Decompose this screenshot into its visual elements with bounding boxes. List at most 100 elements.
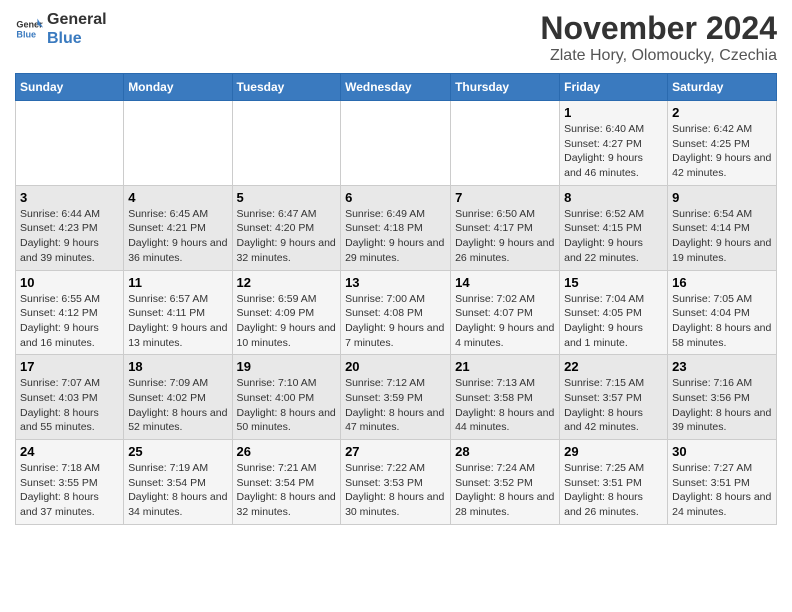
day-number: 3 xyxy=(20,190,119,205)
day-number: 6 xyxy=(345,190,446,205)
calendar-cell: 11 Sunrise: 6:57 AMSunset: 4:11 PMDayligh… xyxy=(124,270,232,355)
calendar-cell xyxy=(341,101,451,186)
weekday-header: Wednesday xyxy=(341,74,451,101)
day-info: Sunrise: 6:45 AMSunset: 4:21 PMDaylight:… xyxy=(128,207,227,266)
calendar-cell: 10 Sunrise: 6:55 AMSunset: 4:12 PMDayligh… xyxy=(16,270,124,355)
calendar-cell: 13Sunrise: 7:00 AMSunset: 4:08 PMDayligh… xyxy=(341,270,451,355)
day-number: 11 xyxy=(128,275,227,290)
day-info: Sunrise: 6:42 AMSunset: 4:25 PMDaylight:… xyxy=(672,122,772,181)
calendar-cell: 25Sunrise: 7:19 AMSunset: 3:54 PMDayligh… xyxy=(124,440,232,525)
day-number: 21 xyxy=(455,359,555,374)
day-info: Sunrise: 6:40 AMSunset: 4:27 PMDaylight:… xyxy=(564,122,663,181)
calendar-cell: 23Sunrise: 7:16 AMSunset: 3:56 PMDayligh… xyxy=(668,355,777,440)
day-number: 23 xyxy=(672,359,772,374)
day-info: Sunrise: 7:25 AMSunset: 3:51 PMDaylight:… xyxy=(564,461,663,520)
day-number: 4 xyxy=(128,190,227,205)
calendar-cell xyxy=(451,101,560,186)
day-info: Sunrise: 6:50 AMSunset: 4:17 PMDaylight:… xyxy=(455,207,555,266)
day-number: 10 xyxy=(20,275,119,290)
day-number: 8 xyxy=(564,190,663,205)
day-number: 2 xyxy=(672,105,772,120)
title-section: November 2024 Zlate Hory, Olomoucky, Cze… xyxy=(540,10,777,65)
calendar-cell: 5 Sunrise: 6:47 AMSunset: 4:20 PMDaylight… xyxy=(232,185,341,270)
day-number: 22 xyxy=(564,359,663,374)
calendar-cell: 6Sunrise: 6:49 AMSunset: 4:18 PMDaylight… xyxy=(341,185,451,270)
calendar-week-row: 10 Sunrise: 6:55 AMSunset: 4:12 PMDayligh… xyxy=(16,270,777,355)
calendar-cell: 16 Sunrise: 7:05 AMSunset: 4:04 PMDayligh… xyxy=(668,270,777,355)
day-number: 20 xyxy=(345,359,446,374)
calendar-cell: 8 Sunrise: 6:52 AMSunset: 4:15 PMDaylight… xyxy=(560,185,668,270)
logo-line1: General xyxy=(47,10,107,29)
page-title: November 2024 xyxy=(540,10,777,47)
day-number: 15 xyxy=(564,275,663,290)
calendar-cell: 24Sunrise: 7:18 AMSunset: 3:55 PMDayligh… xyxy=(16,440,124,525)
day-info: Sunrise: 7:02 AMSunset: 4:07 PMDaylight:… xyxy=(455,292,555,351)
day-info: Sunrise: 7:13 AMSunset: 3:58 PMDaylight:… xyxy=(455,376,555,435)
calendar-cell xyxy=(16,101,124,186)
day-info: Sunrise: 6:57 AMSunset: 4:11 PMDaylight:… xyxy=(128,292,227,351)
day-info: Sunrise: 7:09 AMSunset: 4:02 PMDaylight:… xyxy=(128,376,227,435)
weekday-header: Tuesday xyxy=(232,74,341,101)
day-number: 26 xyxy=(237,444,337,459)
calendar-cell: 12 Sunrise: 6:59 AMSunset: 4:09 PMDayligh… xyxy=(232,270,341,355)
day-info: Sunrise: 7:24 AMSunset: 3:52 PMDaylight:… xyxy=(455,461,555,520)
calendar-table: SundayMondayTuesdayWednesdayThursdayFrid… xyxy=(15,73,777,525)
weekday-header: Friday xyxy=(560,74,668,101)
day-info: Sunrise: 7:10 AMSunset: 4:00 PMDaylight:… xyxy=(237,376,337,435)
day-info: Sunrise: 7:27 AMSunset: 3:51 PMDaylight:… xyxy=(672,461,772,520)
logo: General Blue General Blue xyxy=(15,10,107,48)
calendar-cell: 28 Sunrise: 7:24 AMSunset: 3:52 PMDayligh… xyxy=(451,440,560,525)
calendar-cell: 21 Sunrise: 7:13 AMSunset: 3:58 PMDayligh… xyxy=(451,355,560,440)
day-number: 7 xyxy=(455,190,555,205)
calendar-cell: 1 Sunrise: 6:40 AMSunset: 4:27 PMDaylight… xyxy=(560,101,668,186)
calendar-cell: 29 Sunrise: 7:25 AMSunset: 3:51 PMDayligh… xyxy=(560,440,668,525)
calendar-week-row: 17Sunrise: 7:07 AMSunset: 4:03 PMDayligh… xyxy=(16,355,777,440)
day-number: 9 xyxy=(672,190,772,205)
calendar-cell: 14 Sunrise: 7:02 AMSunset: 4:07 PMDayligh… xyxy=(451,270,560,355)
calendar-cell: 3 Sunrise: 6:44 AMSunset: 4:23 PMDaylight… xyxy=(16,185,124,270)
logo-line2: Blue xyxy=(47,29,107,48)
day-number: 24 xyxy=(20,444,119,459)
day-info: Sunrise: 6:59 AMSunset: 4:09 PMDaylight:… xyxy=(237,292,337,351)
day-number: 5 xyxy=(237,190,337,205)
calendar-cell: 15 Sunrise: 7:04 AMSunset: 4:05 PMDayligh… xyxy=(560,270,668,355)
day-info: Sunrise: 7:05 AMSunset: 4:04 PMDaylight:… xyxy=(672,292,772,351)
page-subtitle: Zlate Hory, Olomoucky, Czechia xyxy=(540,47,777,65)
day-info: Sunrise: 6:47 AMSunset: 4:20 PMDaylight:… xyxy=(237,207,337,266)
day-number: 1 xyxy=(564,105,663,120)
day-number: 16 xyxy=(672,275,772,290)
day-number: 13 xyxy=(345,275,446,290)
calendar-cell: 26 Sunrise: 7:21 AMSunset: 3:54 PMDayligh… xyxy=(232,440,341,525)
weekday-header: Sunday xyxy=(16,74,124,101)
calendar-week-row: 24Sunrise: 7:18 AMSunset: 3:55 PMDayligh… xyxy=(16,440,777,525)
day-number: 14 xyxy=(455,275,555,290)
calendar-cell xyxy=(232,101,341,186)
day-info: Sunrise: 6:44 AMSunset: 4:23 PMDaylight:… xyxy=(20,207,119,266)
day-number: 28 xyxy=(455,444,555,459)
svg-text:Blue: Blue xyxy=(16,30,36,40)
header-row: SundayMondayTuesdayWednesdayThursdayFrid… xyxy=(16,74,777,101)
calendar-cell: 20 Sunrise: 7:12 AMSunset: 3:59 PMDayligh… xyxy=(341,355,451,440)
day-number: 25 xyxy=(128,444,227,459)
day-number: 19 xyxy=(237,359,337,374)
weekday-header: Saturday xyxy=(668,74,777,101)
day-info: Sunrise: 6:52 AMSunset: 4:15 PMDaylight:… xyxy=(564,207,663,266)
day-info: Sunrise: 6:55 AMSunset: 4:12 PMDaylight:… xyxy=(20,292,119,351)
day-number: 27 xyxy=(345,444,446,459)
calendar-cell: 22 Sunrise: 7:15 AMSunset: 3:57 PMDayligh… xyxy=(560,355,668,440)
day-number: 29 xyxy=(564,444,663,459)
day-info: Sunrise: 7:12 AMSunset: 3:59 PMDaylight:… xyxy=(345,376,446,435)
day-info: Sunrise: 7:15 AMSunset: 3:57 PMDaylight:… xyxy=(564,376,663,435)
calendar-week-row: 1 Sunrise: 6:40 AMSunset: 4:27 PMDaylight… xyxy=(16,101,777,186)
header: General Blue General Blue November 2024 … xyxy=(15,10,777,65)
day-info: Sunrise: 7:21 AMSunset: 3:54 PMDaylight:… xyxy=(237,461,337,520)
day-number: 12 xyxy=(237,275,337,290)
day-info: Sunrise: 7:04 AMSunset: 4:05 PMDaylight:… xyxy=(564,292,663,351)
day-info: Sunrise: 7:22 AMSunset: 3:53 PMDaylight:… xyxy=(345,461,446,520)
calendar-week-row: 3 Sunrise: 6:44 AMSunset: 4:23 PMDaylight… xyxy=(16,185,777,270)
weekday-header: Thursday xyxy=(451,74,560,101)
calendar-cell: 18Sunrise: 7:09 AMSunset: 4:02 PMDayligh… xyxy=(124,355,232,440)
calendar-cell: 19 Sunrise: 7:10 AMSunset: 4:00 PMDayligh… xyxy=(232,355,341,440)
day-info: Sunrise: 6:54 AMSunset: 4:14 PMDaylight:… xyxy=(672,207,772,266)
calendar-cell: 17Sunrise: 7:07 AMSunset: 4:03 PMDayligh… xyxy=(16,355,124,440)
